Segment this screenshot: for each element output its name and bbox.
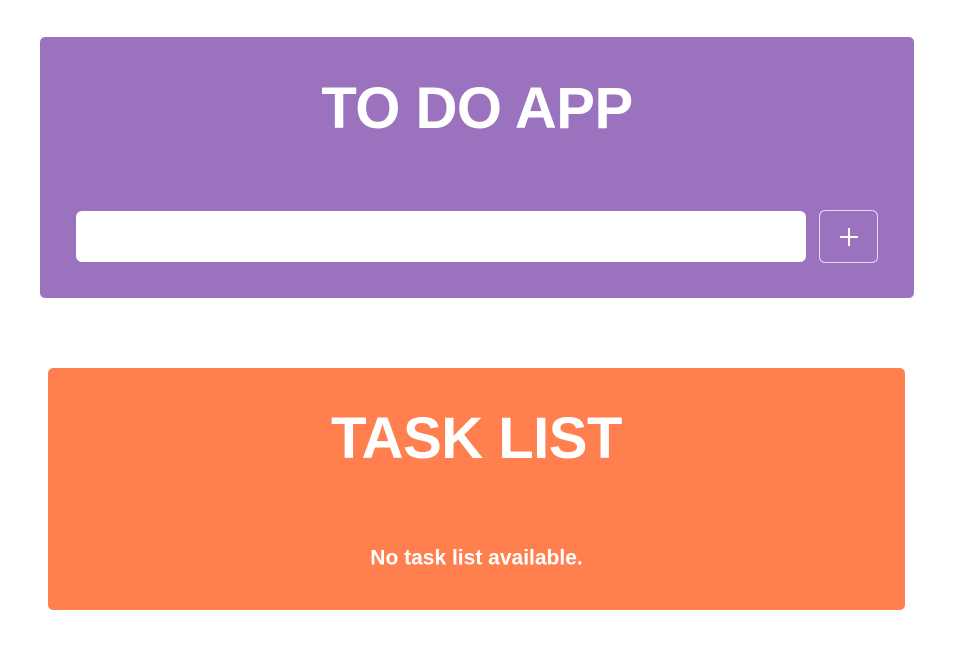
empty-task-list-message: No task list available. [370, 546, 583, 570]
new-task-input[interactable] [76, 211, 806, 262]
app-title: TO DO APP [321, 76, 633, 141]
todo-app-card: TO DO APP [40, 37, 914, 298]
task-list-title: TASK LIST [331, 406, 622, 471]
plus-icon [839, 227, 858, 246]
task-list-card: TASK LIST No task list available. [48, 368, 905, 610]
add-task-button[interactable] [819, 210, 878, 263]
